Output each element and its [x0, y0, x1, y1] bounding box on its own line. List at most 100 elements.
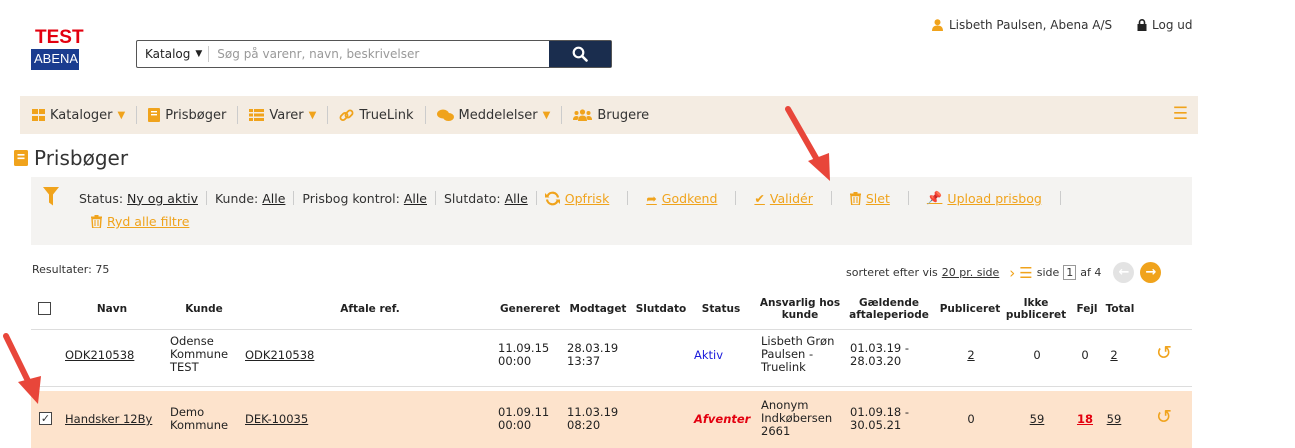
page: TEST ABENA Katalog ▼ Lisbeth Paulsen, Ab…	[0, 0, 1295, 448]
header-status[interactable]: Status	[696, 303, 746, 315]
row-ikke-publiceret: 0	[1033, 348, 1041, 362]
share-arrow-icon: ➦	[646, 190, 657, 206]
kontrol-filter-label: Prisbog kontrol:	[302, 190, 400, 206]
header-ikke-publiceret[interactable]: Ikke publiceret	[1005, 297, 1067, 321]
row-navn-link[interactable]: ODK210538	[65, 349, 134, 362]
hamburger-menu-icon[interactable]: ☰	[1173, 106, 1188, 123]
divider	[907, 191, 909, 205]
header-publiceret[interactable]: Publiceret	[937, 303, 1003, 315]
row-genereret: 11.09.15 00:00	[498, 342, 549, 368]
row-ansvarlig: Lisbeth Grøn Paulsen - Truelink	[761, 335, 834, 374]
row-fejl-link[interactable]: 18	[1075, 413, 1095, 426]
kontrol-filter-value[interactable]: Alle	[404, 191, 427, 206]
next-page-icon[interactable]: →	[1140, 262, 1162, 283]
kunde-filter-value[interactable]: Alle	[262, 191, 285, 206]
header-fejl[interactable]: Fejl	[1072, 303, 1102, 315]
nav-label: Varer	[269, 107, 304, 123]
header-line: Ikke	[1023, 297, 1049, 309]
per-page-select[interactable]: 20 pr. side	[942, 266, 1000, 279]
link-icon	[339, 109, 354, 121]
header-genereret[interactable]: Genereret	[496, 303, 564, 315]
row-ansvarlig-line: 2661	[761, 424, 791, 438]
user-menu[interactable]: Lisbeth Paulsen, Abena A/S	[932, 18, 1112, 32]
refresh-label: Opfrisk	[564, 190, 610, 206]
select-all-checkbox[interactable]	[38, 302, 51, 315]
logo-test[interactable]: TEST	[35, 28, 84, 47]
header-periode[interactable]: Gældende aftaleperiode	[846, 297, 932, 321]
validate-button[interactable]: ✔ Validér	[754, 191, 812, 206]
row-ikke-publiceret-link[interactable]: 59	[1027, 413, 1047, 426]
history-icon[interactable]: ↺	[1156, 344, 1172, 363]
table-row[interactable]: ODK210538 Odense Kommune TEST ODK210538 …	[31, 329, 1192, 387]
row-navn-link[interactable]: Handsker 12By	[65, 413, 152, 426]
nav-label: Kataloger	[50, 107, 113, 123]
header-aftale[interactable]: Aftale ref.	[330, 303, 410, 315]
row-modtaget-time: 13:37	[567, 354, 601, 368]
nav-item-varer[interactable]: Varer ▼	[238, 106, 329, 124]
divider	[830, 191, 832, 205]
header-slutdato[interactable]: Slutdato	[632, 303, 690, 315]
lock-icon	[1137, 19, 1147, 31]
status-filter-value[interactable]: Ny og aktiv	[127, 191, 198, 206]
clear-filters-row: Ryd alle filtre	[91, 214, 189, 231]
search-input[interactable]	[209, 41, 549, 67]
delete-button[interactable]: Slet	[849, 191, 890, 206]
approve-label: Godkend	[661, 190, 718, 206]
header-modtaget[interactable]: Modtaget	[565, 303, 631, 315]
table-row[interactable]: ✓ Handsker 12By Demo Kommune DEK-10035 0…	[31, 391, 1192, 448]
row-genereret: 01.09.11 00:00	[498, 406, 549, 432]
upload-button[interactable]: 📌 Upload prisbog	[927, 190, 1042, 206]
nav-item-brugere[interactable]: Brugere	[562, 106, 660, 124]
row-total-link[interactable]: 59	[1104, 413, 1124, 426]
row-publiceret: 0	[967, 412, 975, 426]
row-publiceret-link[interactable]: 2	[961, 349, 981, 362]
sort-pagination-bar: sorteret efter vis 20 pr. side › ☰ side …	[846, 262, 1162, 283]
row-periode: 01.09.18 - 30.05.21	[850, 406, 909, 432]
nav-item-meddelelser[interactable]: Meddelelser ▼	[426, 106, 563, 124]
page-title-text: Prisbøger	[34, 146, 129, 170]
header-ansvarlig[interactable]: Ansvarlig hos kunde	[755, 297, 845, 321]
nav-label: Prisbøger	[165, 107, 227, 123]
list-icon	[249, 109, 265, 121]
book-icon	[148, 108, 161, 122]
header-navn[interactable]: Navn	[84, 303, 140, 315]
chevron-down-icon: ▼	[117, 109, 126, 121]
row-modtaget-time: 08:20	[567, 418, 601, 432]
trash-icon	[91, 215, 102, 228]
refresh-button[interactable]: Opfrisk	[544, 190, 610, 206]
row-checkbox[interactable]: ✓	[39, 412, 52, 425]
row-aftale-link[interactable]: DEK-10035	[245, 413, 308, 426]
chevron-down-icon: ▼	[542, 109, 551, 121]
previous-page-icon[interactable]: ←	[1113, 262, 1135, 283]
row-modtaget: 28.03.19 13:37	[567, 342, 618, 368]
approve-button[interactable]: ➦ Godkend	[646, 191, 717, 206]
filter-row: Status: Ny og aktiv Kunde: Alle Prisbog …	[79, 190, 1061, 206]
row-total-link[interactable]: 2	[1104, 349, 1124, 362]
status-filter-label: Status:	[79, 190, 124, 206]
nav-item-prisboger[interactable]: Prisbøger	[137, 106, 239, 124]
row-aftale-link[interactable]: ODK210538	[245, 349, 314, 362]
logo-abena[interactable]: ABENA	[31, 49, 79, 70]
annotation-arrow-validate	[785, 106, 830, 181]
divider	[627, 191, 629, 205]
row-kunde: Odense Kommune TEST	[170, 335, 228, 374]
search-button[interactable]	[549, 41, 611, 67]
divider	[205, 191, 207, 205]
nav-label: TrueLink	[359, 107, 414, 123]
search-category-select[interactable]: Katalog ▼	[137, 46, 210, 62]
divider	[1059, 191, 1061, 205]
header-total[interactable]: Total	[1103, 303, 1137, 315]
list-view-icon[interactable]: ☰	[1019, 264, 1032, 282]
header-line: kunde	[781, 309, 819, 321]
header-kunde[interactable]: Kunde	[177, 303, 231, 315]
history-icon[interactable]: ↺	[1156, 408, 1172, 427]
clear-filters-button[interactable]: Ryd alle filtre	[91, 214, 189, 229]
chevron-down-icon: ▼	[308, 109, 317, 121]
chevron-right-icon[interactable]: ›	[1009, 264, 1015, 282]
logout-link[interactable]: Log ud	[1137, 18, 1192, 32]
slutdato-filter-value[interactable]: Alle	[505, 191, 528, 206]
nav-item-kataloger[interactable]: Kataloger ▼	[32, 106, 138, 124]
page-input[interactable]: 1	[1063, 265, 1077, 280]
search-icon	[572, 46, 588, 62]
nav-item-truelink[interactable]: TrueLink	[328, 106, 426, 124]
